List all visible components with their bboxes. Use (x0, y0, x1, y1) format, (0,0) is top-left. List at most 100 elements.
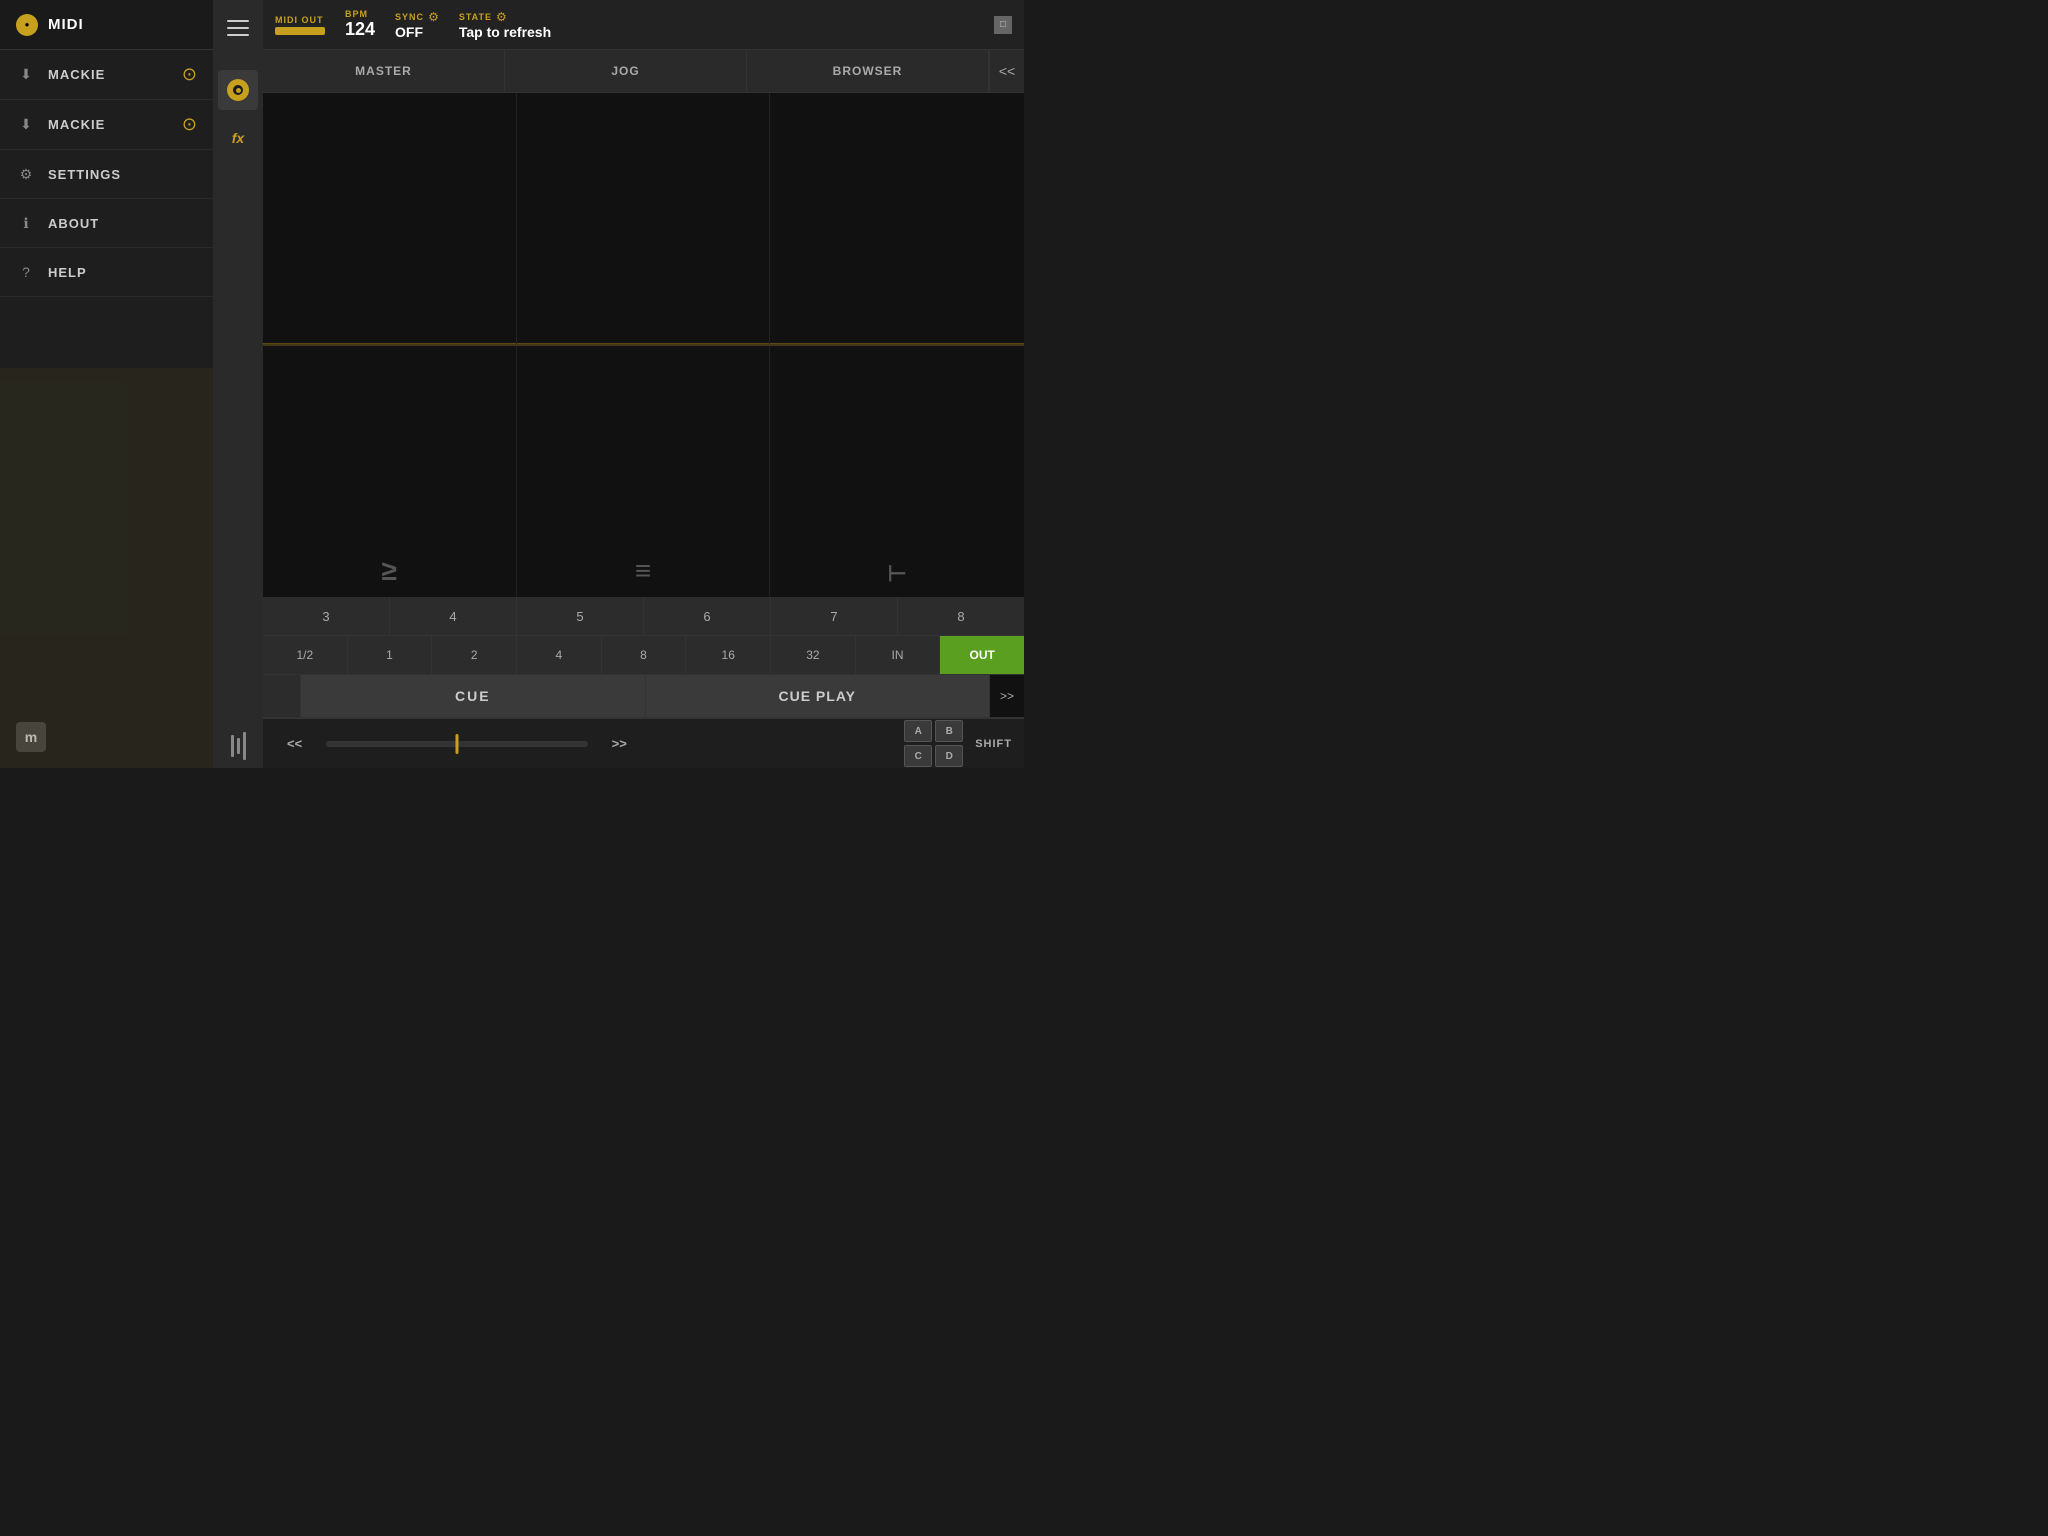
sidebar-title: MIDI (48, 16, 84, 33)
waveform-cell-6: ⊢ (770, 346, 1024, 597)
main-content: MIDI OUT BPM 124 SYNC ⚙ OFF STATE ⚙ Tap … (263, 0, 1024, 768)
check-icon: ⊙ (182, 64, 197, 85)
sidebar-item-settings[interactable]: ⚙ SETTINGS (0, 150, 213, 199)
division-2[interactable]: 2 (432, 636, 517, 674)
top-bar: MIDI OUT BPM 124 SYNC ⚙ OFF STATE ⚙ Tap … (263, 0, 1024, 50)
abcd-btn-a[interactable]: A (904, 720, 932, 742)
check-icon-2: ⊙ (182, 114, 197, 135)
fx-label: fx (226, 122, 250, 154)
sidebar-item-label-4: ABOUT (48, 216, 99, 231)
number-btn-4[interactable]: 4 (390, 597, 517, 635)
division-row: 1/2 1 2 4 8 16 32 IN OUT (263, 636, 1024, 675)
sync-label: SYNC (395, 12, 424, 22)
number-btn-6[interactable]: 6 (644, 597, 771, 635)
circle-icon (227, 79, 249, 101)
sidebar-logo: ● (16, 14, 38, 36)
abcd-grid: A B C D (904, 720, 963, 767)
hamburger-line-2 (227, 27, 249, 29)
cue-play-button[interactable]: CUE PLAY (646, 675, 990, 717)
info-icon: ℹ (16, 213, 36, 233)
sync-gear-icon[interactable]: ⚙ (428, 10, 439, 24)
waveform-cell-2 (517, 93, 771, 344)
sync-section: SYNC ⚙ OFF (395, 10, 439, 40)
cue-row-nav[interactable]: >> (989, 675, 1024, 717)
tab-nav-prev[interactable]: << (989, 50, 1024, 92)
division-32[interactable]: 32 (771, 636, 856, 674)
division-1[interactable]: 1 (348, 636, 433, 674)
division-in[interactable]: IN (856, 636, 941, 674)
hamburger-button[interactable] (220, 10, 256, 46)
abcd-btn-d[interactable]: D (935, 745, 963, 767)
hamburger-line-3 (227, 34, 249, 36)
sidebar: ● MIDI ⬇ MACKIE ⊙ ⬇ MACKIE ⊙ ⚙ SETTINGS … (0, 0, 213, 768)
sidebar-item-mackie2[interactable]: ⬇ MACKIE ⊙ (0, 100, 213, 150)
division-half[interactable]: 1/2 (263, 636, 348, 674)
tab-master[interactable]: MASTER (263, 50, 505, 92)
sidebar-item-label-2: MACKIE (48, 117, 105, 132)
abcd-btn-b[interactable]: B (935, 720, 963, 742)
sync-value: OFF (395, 24, 423, 40)
transport-prev[interactable]: << (271, 730, 318, 757)
tab-jog[interactable]: JOG (505, 50, 747, 92)
number-btn-3[interactable]: 3 (263, 597, 390, 635)
abcd-btn-c[interactable]: C (904, 745, 932, 767)
waveform-cell-1 (263, 93, 517, 344)
record-button[interactable] (218, 70, 258, 110)
state-value: Tap to refresh (459, 24, 551, 40)
division-4[interactable]: 4 (517, 636, 602, 674)
waveform-cell-5: ≡ (517, 346, 771, 597)
circle-dot (236, 88, 241, 93)
app-logo: m (16, 722, 46, 752)
state-section: STATE ⚙ Tap to refresh (459, 10, 551, 40)
circle-icon-inner (233, 85, 243, 95)
transport-next[interactable]: >> (596, 730, 643, 757)
tab-bar: MASTER JOG BROWSER << (263, 50, 1024, 93)
menu-column: fx (213, 0, 263, 768)
close-button[interactable]: □ (994, 16, 1012, 34)
state-gear-icon[interactable]: ⚙ (496, 10, 507, 24)
transport-row: << >> A B C D (263, 718, 1024, 768)
sidebar-item-help[interactable]: ? HELP (0, 248, 213, 297)
tab-browser[interactable]: BROWSER (747, 50, 989, 92)
sidebar-item-about[interactable]: ℹ ABOUT (0, 199, 213, 248)
waveform-cell-4: ≥ (263, 346, 517, 597)
vertical-bars-icon (225, 724, 252, 768)
division-out[interactable]: OUT (940, 636, 1024, 674)
bpm-value: 124 (345, 19, 375, 40)
sidebar-bottom: m (0, 706, 213, 768)
transport-slider[interactable] (326, 741, 587, 747)
waveform-icon-2: ≡ (635, 555, 651, 587)
cue-pad[interactable] (263, 675, 301, 717)
waveform-bottom-row: ≥ ≡ ⊢ (263, 346, 1024, 597)
waveform-cell-3 (770, 93, 1024, 344)
gear-icon: ⚙ (16, 164, 36, 184)
number-btn-5[interactable]: 5 (517, 597, 644, 635)
hamburger-line-1 (227, 20, 249, 22)
division-8[interactable]: 8 (602, 636, 687, 674)
transport-thumb (455, 734, 458, 754)
bar1 (231, 735, 234, 757)
number-btn-8[interactable]: 8 (898, 597, 1024, 635)
top-bar-right: □ (994, 16, 1012, 34)
fx-button[interactable]: fx (218, 118, 258, 158)
sidebar-item-label-3: SETTINGS (48, 167, 121, 182)
sidebar-item-label: MACKIE (48, 67, 105, 82)
download-icon: ⬇ (16, 65, 36, 85)
bar3 (243, 732, 246, 760)
wave-sep-1 (263, 343, 516, 344)
wave-sep-2 (517, 343, 770, 344)
midi-out-bar (275, 27, 325, 35)
waveform-top-row (263, 93, 1024, 346)
sidebar-item-mackie1[interactable]: ⬇ MACKIE ⊙ (0, 50, 213, 100)
state-label: STATE (459, 12, 492, 22)
bpm-label: BPM (345, 9, 368, 19)
sidebar-item-label-5: HELP (48, 265, 87, 280)
division-16[interactable]: 16 (686, 636, 771, 674)
wave-sep-3 (770, 343, 1024, 344)
question-icon: ? (16, 262, 36, 282)
cue-button[interactable]: CUE (301, 675, 646, 717)
number-btn-7[interactable]: 7 (771, 597, 898, 635)
waveform-icon-3: ⊢ (888, 561, 907, 587)
download-icon-2: ⬇ (16, 115, 36, 135)
shift-button[interactable]: SHIFT (971, 738, 1016, 750)
